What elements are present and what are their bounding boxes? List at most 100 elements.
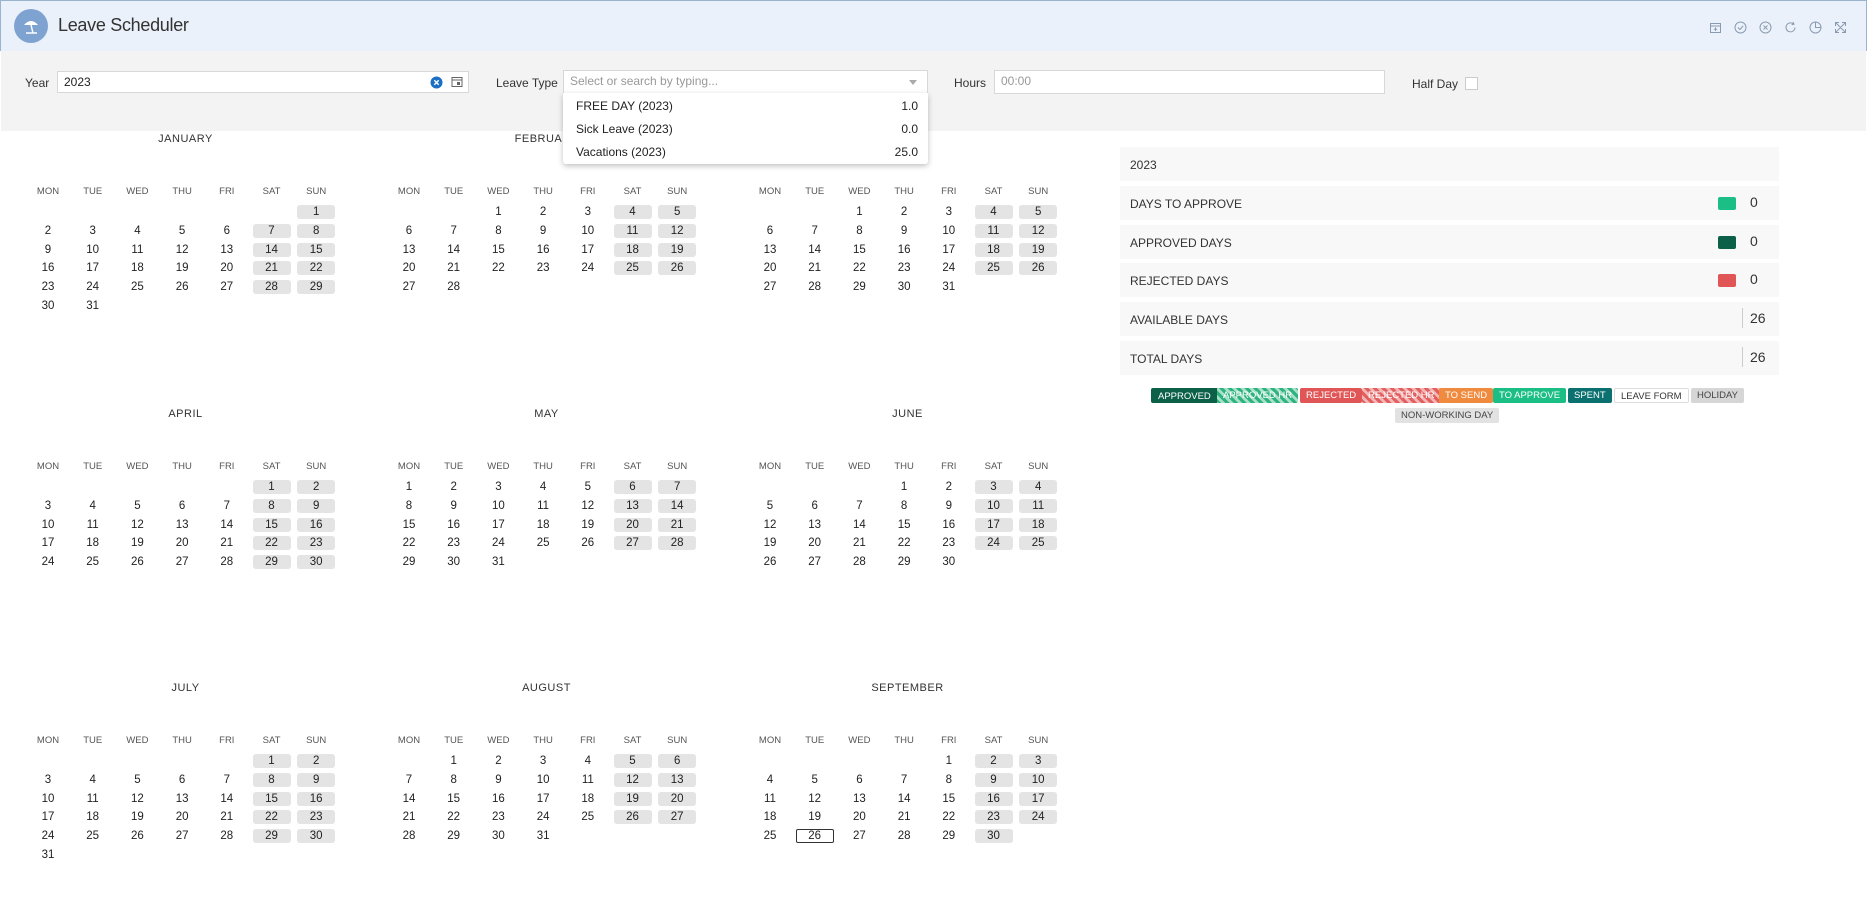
calendar-day[interactable]: 22 (297, 261, 336, 276)
calendar-day[interactable]: 5 (569, 480, 607, 494)
dropdown-option[interactable]: Vacations (2023) 25.0 (563, 141, 928, 163)
calendar-day[interactable]: 17 (930, 243, 968, 257)
calendar-day[interactable]: 26 (118, 555, 156, 569)
calendar-day[interactable]: 18 (569, 792, 607, 806)
calendar-day[interactable]: 31 (479, 555, 517, 569)
calendar-day[interactable]: 27 (208, 280, 246, 294)
calendar-day[interactable]: 1 (930, 754, 968, 768)
calendar-day[interactable]: 5 (1019, 205, 1058, 219)
calendar-day[interactable]: 3 (930, 205, 968, 219)
calendar-day[interactable]: 10 (29, 792, 67, 806)
calendar-day[interactable]: 10 (974, 498, 1013, 513)
close-circle-icon[interactable] (1757, 19, 1773, 35)
calendar-day[interactable]: 27 (840, 829, 878, 843)
calendar-day[interactable]: 9 (524, 224, 562, 238)
calendar-day[interactable]: 3 (974, 480, 1013, 494)
calendar-day[interactable]: 12 (613, 772, 652, 787)
calendar-day[interactable]: 8 (479, 224, 517, 238)
calendar-add-icon[interactable] (1707, 19, 1723, 35)
calendar-day[interactable]: 31 (930, 280, 968, 294)
calendar-day[interactable]: 3 (74, 224, 112, 238)
calendar-day[interactable]: 23 (930, 536, 968, 550)
calendar-day[interactable]: 16 (930, 518, 968, 532)
fullscreen-icon[interactable] (1832, 19, 1848, 35)
calendar-day[interactable]: 23 (974, 810, 1013, 825)
calendar-day[interactable]: 1 (390, 480, 428, 494)
calendar-day[interactable]: 11 (569, 773, 607, 787)
calendar-day[interactable]: 21 (208, 536, 246, 550)
refresh-icon[interactable] (1782, 19, 1798, 35)
calendar-day[interactable]: 29 (930, 829, 968, 843)
check-circle-icon[interactable] (1732, 19, 1748, 35)
calendar-day[interactable]: 28 (252, 280, 291, 295)
calendar-day[interactable]: 30 (974, 829, 1013, 844)
calendar-day[interactable]: 23 (297, 810, 336, 825)
calendar-day[interactable]: 7 (796, 224, 834, 238)
calendar-day[interactable]: 11 (74, 792, 112, 806)
dropdown-option[interactable]: FREE DAY (2023) 1.0 (563, 95, 928, 117)
calendar-day[interactable]: 27 (613, 536, 652, 551)
calendar-day[interactable]: 28 (796, 280, 834, 294)
calendar-day[interactable]: 2 (524, 205, 562, 219)
calendar-day[interactable]: 9 (435, 499, 473, 513)
calendar-day[interactable]: 22 (435, 810, 473, 824)
calendar-day[interactable]: 6 (390, 224, 428, 238)
calendar-day[interactable]: 22 (885, 536, 923, 550)
calendar-day[interactable]: 21 (658, 517, 697, 532)
calendar-day[interactable]: 12 (751, 518, 789, 532)
calendar-day[interactable]: 16 (297, 791, 336, 806)
calendar-day[interactable]: 7 (435, 224, 473, 238)
calendar-day[interactable]: 4 (974, 205, 1013, 219)
calendar-day[interactable]: 19 (118, 810, 156, 824)
calendar-day[interactable]: 25 (751, 829, 789, 843)
calendar-day[interactable]: 20 (163, 810, 201, 824)
calendar-day[interactable]: 19 (569, 518, 607, 532)
calendar-day[interactable]: 23 (297, 536, 336, 551)
calendar-day[interactable]: 2 (29, 224, 67, 238)
calendar-day[interactable]: 15 (297, 242, 336, 257)
calendar-day[interactable]: 6 (208, 224, 246, 238)
calendar-day[interactable]: 27 (163, 555, 201, 569)
dropdown-option[interactable]: Sick Leave (2023) 0.0 (563, 118, 928, 140)
calendar-day[interactable]: 13 (613, 498, 652, 513)
calendar-day[interactable]: 28 (208, 555, 246, 569)
calendar-day[interactable]: 8 (252, 498, 291, 513)
calendar-day[interactable]: 19 (796, 810, 834, 824)
calendar-day[interactable]: 3 (524, 754, 562, 768)
calendar-day[interactable]: 24 (29, 829, 67, 843)
calendar-day[interactable]: 5 (613, 754, 652, 768)
calendar-day[interactable]: 18 (118, 261, 156, 275)
calendar-day[interactable]: 28 (435, 280, 473, 294)
clear-icon[interactable] (428, 74, 444, 90)
calendar-day[interactable]: 6 (613, 480, 652, 494)
calendar-day[interactable]: 9 (974, 772, 1013, 787)
calendar-day[interactable]: 16 (29, 261, 67, 275)
calendar-day[interactable]: 1 (840, 205, 878, 219)
calendar-day[interactable]: 18 (974, 242, 1013, 257)
calendar-day[interactable]: 22 (840, 261, 878, 275)
calendar-day[interactable]: 14 (885, 792, 923, 806)
calendar-day[interactable]: 17 (29, 810, 67, 824)
calendar-day[interactable]: 15 (252, 791, 291, 806)
calendar-day[interactable]: 23 (479, 810, 517, 824)
calendar-day[interactable]: 29 (390, 555, 428, 569)
calendar-day[interactable]: 27 (390, 280, 428, 294)
calendar-day[interactable]: 14 (208, 792, 246, 806)
calendar-day[interactable]: 11 (118, 243, 156, 257)
calendar-day[interactable]: 4 (74, 773, 112, 787)
calendar-day[interactable]: 16 (479, 792, 517, 806)
chart-pie-icon[interactable] (1807, 19, 1823, 35)
calendar-day[interactable]: 24 (930, 261, 968, 275)
calendar-day[interactable]: 29 (252, 829, 291, 844)
calendar-day[interactable]: 4 (613, 205, 652, 219)
calendar-day[interactable]: 13 (658, 772, 697, 787)
calendar-day[interactable]: 25 (74, 555, 112, 569)
calendar-day[interactable]: 20 (613, 517, 652, 532)
calendar-day[interactable]: 12 (118, 518, 156, 532)
calendar-day[interactable]: 11 (524, 499, 562, 513)
calendar-day[interactable]: 25 (524, 536, 562, 550)
calendar-day[interactable]: 10 (479, 499, 517, 513)
calendar-day[interactable]: 30 (885, 280, 923, 294)
calendar-day[interactable]: 7 (208, 773, 246, 787)
calendar-day[interactable]: 27 (751, 280, 789, 294)
